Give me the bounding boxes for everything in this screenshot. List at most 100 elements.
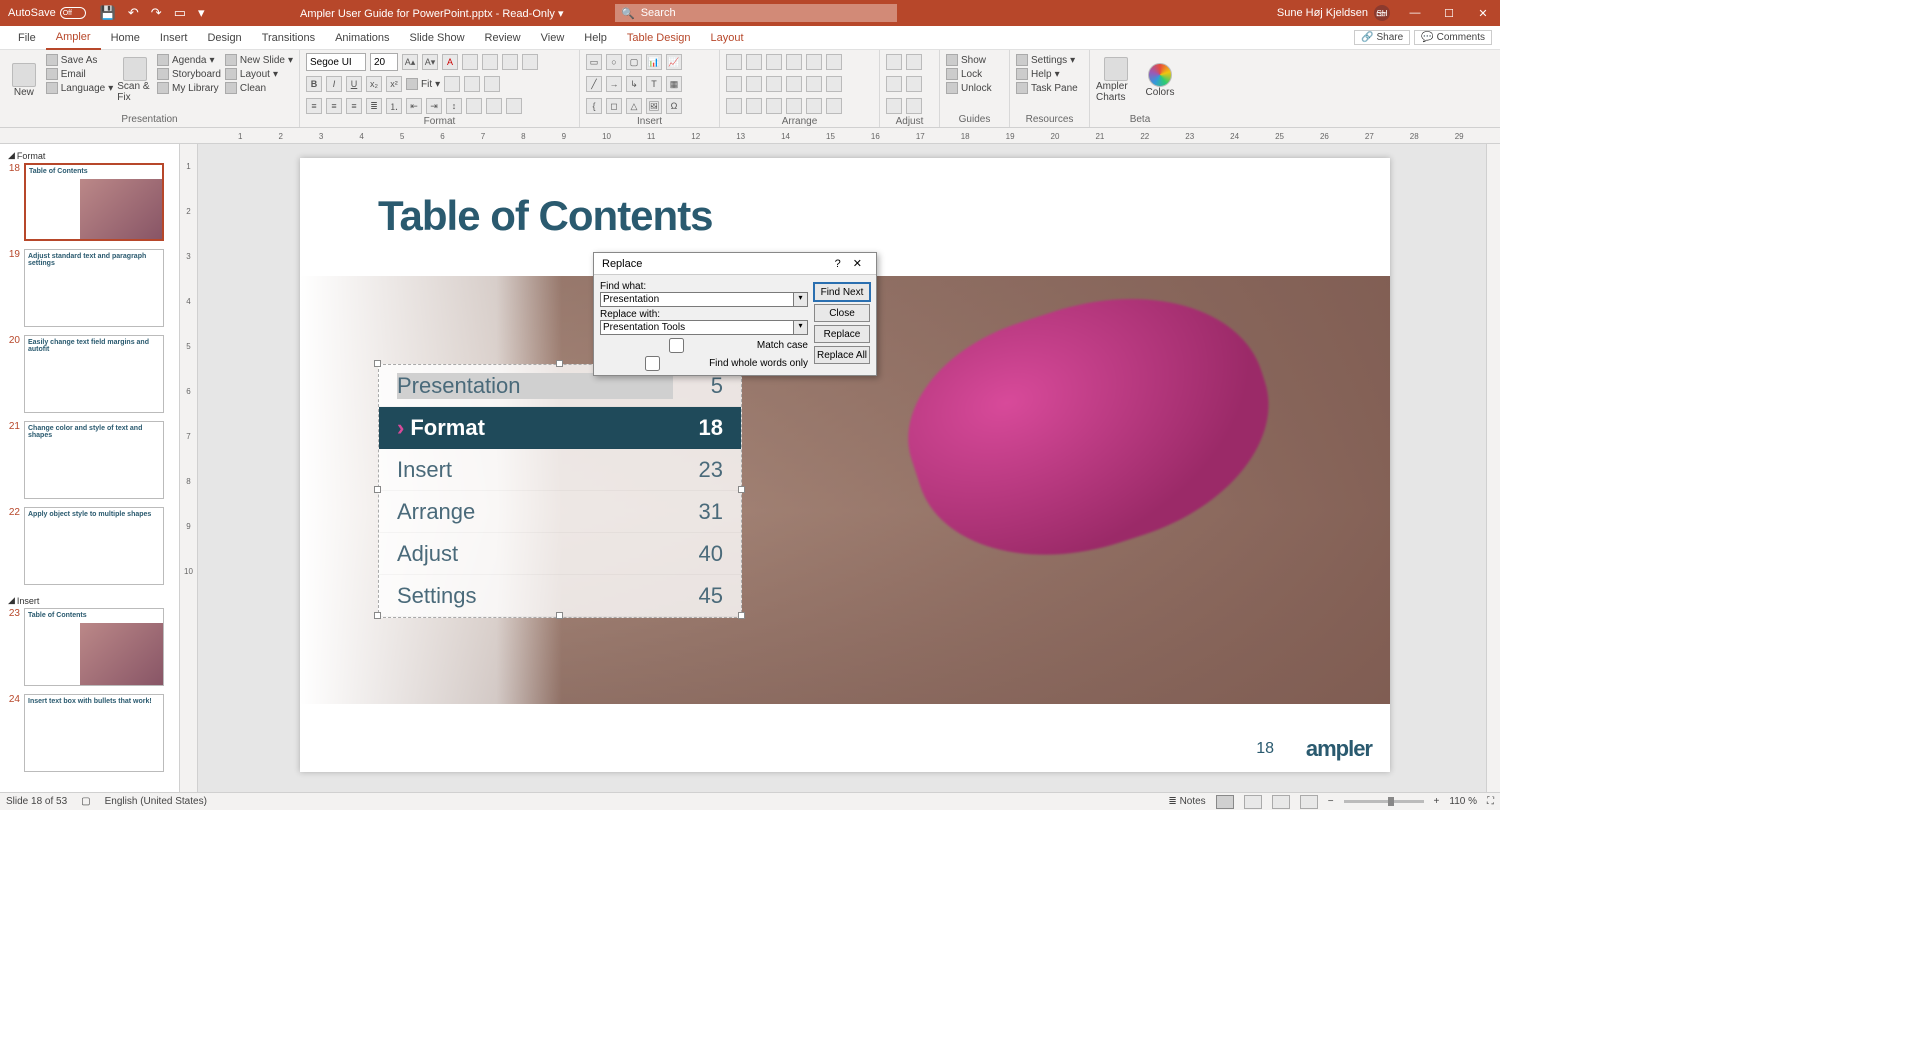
tab-review[interactable]: Review — [475, 26, 531, 50]
tab-animations[interactable]: Animations — [325, 26, 399, 50]
language-status[interactable]: English (United States) — [105, 796, 207, 807]
font-color-icon[interactable]: A — [442, 54, 458, 70]
slide-title[interactable]: Table of Contents — [378, 192, 713, 240]
thumbnail-19[interactable]: 19 Adjust standard text and paragraph se… — [4, 249, 175, 327]
ribbon-options-icon[interactable]: ▭ — [1364, 7, 1398, 20]
shape-fill-icon[interactable] — [444, 76, 460, 92]
toc-row[interactable]: Format18 — [379, 407, 741, 449]
section-header-format[interactable]: ◢Format — [4, 148, 175, 163]
find-what-input[interactable] — [600, 292, 794, 307]
align-left-obj-icon[interactable] — [726, 54, 742, 70]
outline-color-icon[interactable] — [482, 54, 498, 70]
rotate-icon[interactable] — [726, 98, 742, 114]
swap-icon[interactable] — [886, 76, 902, 92]
help-button[interactable]: Help▾ — [1016, 68, 1083, 80]
brace-icon[interactable]: { — [586, 98, 602, 114]
flip-v-icon[interactable] — [766, 98, 782, 114]
dist-v-icon[interactable] — [746, 76, 762, 92]
find-history-dropdown[interactable]: ▾ — [794, 292, 808, 307]
thumbnail-21[interactable]: 21 Change color and style of text and sh… — [4, 421, 175, 499]
same-height-icon[interactable] — [906, 54, 922, 70]
line-spacing-icon[interactable]: ↕ — [446, 98, 462, 114]
layout-button[interactable]: Layout▾ — [225, 68, 293, 80]
toc-row[interactable]: Arrange31 — [379, 491, 741, 533]
resize-handle[interactable] — [374, 612, 381, 619]
redo-icon[interactable]: ↷ — [151, 5, 162, 21]
replace-history-dropdown[interactable]: ▾ — [794, 320, 808, 335]
subscript-icon[interactable]: x₂ — [366, 76, 382, 92]
nudge-icon[interactable] — [886, 98, 902, 114]
align-top-icon[interactable] — [786, 54, 802, 70]
slideshow-view-icon[interactable] — [1300, 795, 1318, 809]
stack-icon[interactable] — [826, 98, 842, 114]
present-icon[interactable]: ▭ — [174, 5, 186, 21]
grow-font-icon[interactable]: A▴ — [402, 54, 418, 70]
shape-effects-icon[interactable] — [484, 76, 500, 92]
thumbnail-24[interactable]: 24 Insert text box with bullets that wor… — [4, 694, 175, 772]
tab-layout[interactable]: Layout — [701, 26, 754, 50]
spell-check-icon[interactable]: ▢ — [81, 796, 90, 807]
qat-more-icon[interactable]: ▾ — [198, 5, 205, 21]
tab-transitions[interactable]: Transitions — [252, 26, 325, 50]
line-icon[interactable]: ╱ — [586, 76, 602, 92]
document-title[interactable]: Ampler User Guide for PowerPoint.pptx - … — [300, 7, 564, 20]
scan-fix-button[interactable]: Scan & Fix — [117, 52, 153, 108]
numbering-icon[interactable]: ⒈ — [386, 98, 402, 114]
agenda-button[interactable]: Agenda▾ — [157, 54, 221, 66]
toc-row[interactable]: Adjust40 — [379, 533, 741, 575]
connector-icon[interactable]: ↳ — [626, 76, 642, 92]
tab-insert[interactable]: Insert — [150, 26, 198, 50]
whole-words-checkbox[interactable] — [600, 356, 705, 371]
align-bot-icon[interactable] — [826, 54, 842, 70]
search-box[interactable]: 🔍 Search — [615, 4, 897, 22]
align-left-icon[interactable]: ≡ — [306, 98, 322, 114]
tab-file[interactable]: File — [8, 26, 46, 50]
tab-design[interactable]: Design — [197, 26, 251, 50]
line-style-icon[interactable] — [502, 54, 518, 70]
font-size-combo[interactable]: 20 — [370, 53, 398, 71]
increase-indent-icon[interactable]: ⇥ — [426, 98, 442, 114]
dialog-help-icon[interactable]: ? — [829, 258, 847, 270]
align-right-icon[interactable]: ≡ — [346, 98, 362, 114]
slide-canvas[interactable]: 12345678910 Table of Contents Presentati… — [180, 144, 1500, 792]
find-next-button[interactable]: Find Next — [814, 283, 870, 301]
colors-button[interactable]: Colors — [1140, 52, 1180, 108]
autosave-toggle[interactable]: AutoSave Off — [0, 7, 94, 19]
maximize-icon[interactable]: ☐ — [1432, 7, 1466, 20]
resize-icon[interactable] — [906, 76, 922, 92]
slide-page[interactable]: Table of Contents Presentation5Format18I… — [300, 158, 1390, 772]
tab-ampler[interactable]: Ampler — [46, 26, 101, 50]
task-pane-button[interactable]: Task Pane — [1016, 82, 1083, 94]
resize-handle[interactable] — [738, 612, 745, 619]
close-icon[interactable]: ✕ — [1466, 7, 1500, 20]
resize-handle[interactable] — [374, 360, 381, 367]
resize-handle[interactable] — [738, 486, 745, 493]
zoom-slider[interactable] — [1344, 800, 1424, 803]
send-back-icon[interactable] — [826, 76, 842, 92]
shrink-font-icon[interactable]: A▾ — [422, 54, 438, 70]
reading-view-icon[interactable] — [1272, 795, 1290, 809]
lock-guides-button[interactable]: Lock — [946, 68, 1003, 80]
replace-button[interactable]: Replace — [814, 325, 870, 343]
toc-table[interactable]: Presentation5Format18Insert23Arrange31Ad… — [378, 364, 742, 618]
zoom-level[interactable]: 110 % — [1449, 796, 1477, 807]
share-button[interactable]: 🔗Share — [1354, 30, 1410, 45]
shape-rect-icon[interactable]: ▭ — [586, 54, 602, 70]
resize-handle[interactable] — [556, 612, 563, 619]
show-guides-button[interactable]: Show — [946, 54, 1003, 66]
match-case-checkbox[interactable] — [600, 338, 753, 353]
email-button[interactable]: Email — [46, 68, 114, 80]
tab-help[interactable]: Help — [574, 26, 617, 50]
image-icon[interactable]: 🖼 — [646, 98, 662, 114]
resize-handle[interactable] — [374, 486, 381, 493]
slide-counter[interactable]: Slide 18 of 53 — [6, 796, 67, 807]
fit-button[interactable]: Fit▾ — [406, 78, 440, 90]
arrow-icon[interactable]: → — [606, 76, 622, 92]
grid-icon[interactable] — [786, 98, 802, 114]
new-button[interactable]: New — [6, 52, 42, 108]
align-center-obj-icon[interactable] — [746, 54, 762, 70]
flip-h-icon[interactable] — [746, 98, 762, 114]
tab-home[interactable]: Home — [101, 26, 150, 50]
table-icon[interactable]: ▦ — [666, 76, 682, 92]
bullets-icon[interactable]: ≣ — [366, 98, 382, 114]
